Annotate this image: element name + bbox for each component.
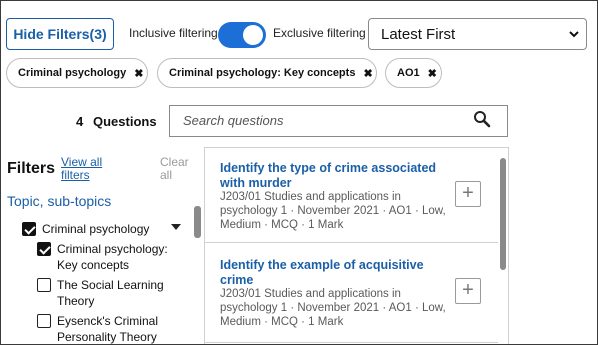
exclusive-filtering-label: Exclusive filtering: [273, 26, 366, 40]
question-count: 4: [76, 114, 84, 129]
close-icon[interactable]: ✖: [134, 67, 143, 80]
view-all-filters-link[interactable]: View all filters: [61, 156, 111, 182]
topic-section-title: Topic, sub-topics: [7, 193, 112, 209]
question-title-link[interactable]: Identify the example of acquisitive crim…: [220, 258, 445, 288]
chip-label: AO1: [397, 67, 420, 79]
inclusive-filtering-label: Inclusive filtering: [129, 26, 218, 40]
checkbox-checked[interactable]: [22, 222, 36, 236]
search-box: [169, 105, 508, 137]
filter-chip: Criminal psychology ✖: [6, 58, 148, 88]
question-card: Identify the example of acquisitive crim…: [205, 243, 498, 343]
filter-item-label: Criminal psychology: Key concepts: [57, 242, 168, 272]
sort-selected-value: Latest First: [381, 25, 456, 43]
sort-select[interactable]: Latest First: [368, 18, 587, 50]
plus-icon[interactable]: +: [455, 181, 481, 207]
checkbox[interactable]: [37, 314, 51, 328]
filter-list: Criminal psychology Criminal psychology:…: [1, 213, 201, 344]
search-input[interactable]: [183, 113, 453, 128]
checkbox[interactable]: [37, 278, 51, 292]
filter-item-criminal-psychology[interactable]: Criminal psychology: [22, 221, 149, 237]
filter-item-key-concepts[interactable]: Criminal psychology: Key concepts: [37, 241, 177, 273]
search-icon[interactable]: [473, 110, 491, 128]
filter-chip: AO1 ✖: [385, 58, 442, 88]
filter-item-label: The Social Learning Theory: [57, 278, 164, 308]
close-icon[interactable]: ✖: [363, 67, 372, 80]
hide-filters-button[interactable]: Hide Filters(3): [6, 18, 114, 50]
chevron-down-icon: [569, 31, 579, 38]
filter-item-social-learning[interactable]: The Social Learning Theory: [37, 277, 177, 309]
toggle-knob: [243, 25, 263, 45]
expand-caret-icon[interactable]: [171, 224, 181, 230]
filters-scrollbar[interactable]: [194, 206, 201, 238]
question-meta: J203/01 Studies and applications in psyc…: [220, 191, 446, 231]
question-title-link[interactable]: Identify the type of crime associated wi…: [220, 161, 445, 191]
filters-title: Filters: [7, 160, 56, 177]
questions-panel: Identify the type of crime associated wi…: [204, 147, 509, 344]
question-meta: J203/01 Studies and applications in psyc…: [220, 288, 446, 328]
filtering-mode-toggle[interactable]: [218, 22, 266, 48]
filter-item-eysenck[interactable]: Eysenck's Criminal Personality Theory: [37, 313, 177, 344]
chip-label: Criminal psychology: Key concepts: [169, 67, 356, 79]
checkbox-checked[interactable]: [37, 242, 51, 256]
questions-scrollbar[interactable]: [500, 158, 506, 270]
clear-all-filters[interactable]: Clear all: [160, 156, 196, 182]
question-count-label: Questions: [93, 114, 157, 129]
plus-icon[interactable]: +: [455, 278, 481, 304]
chip-label: Criminal psychology: [18, 67, 127, 79]
question-card: Identify the type of crime associated wi…: [205, 148, 498, 243]
question-browser: Hide Filters(3) Inclusive filtering Excl…: [0, 0, 598, 345]
filter-item-label: Criminal psychology: [42, 222, 150, 236]
close-icon[interactable]: ✖: [428, 67, 437, 80]
filter-chip: Criminal psychology: Key concepts ✖: [157, 58, 377, 88]
filter-item-label: Eysenck's Criminal Personality Theory: [57, 314, 158, 344]
